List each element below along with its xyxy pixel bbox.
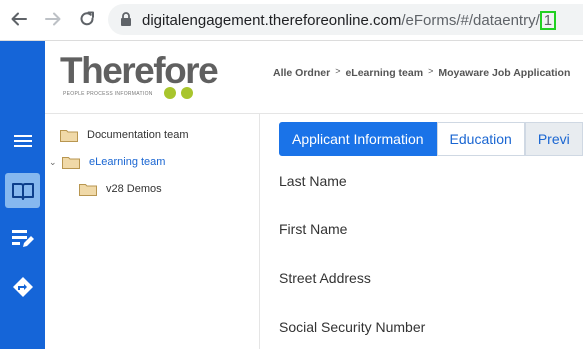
breadcrumb: Alle Ordner > eLearning team > Moyaware Job … xyxy=(273,66,570,79)
breadcrumb-item-all-folders[interactable]: Alle Ordner xyxy=(273,67,330,79)
logo-dot xyxy=(181,87,193,99)
chevron-down-icon[interactable]: ⌄ xyxy=(49,157,57,168)
book-icon xyxy=(11,182,34,200)
edit-icon xyxy=(11,229,34,247)
folder-icon xyxy=(62,156,80,169)
form-tabs: Applicant Information Education Previ xyxy=(279,122,583,156)
folder-icon xyxy=(60,129,78,142)
field-label-first-name: First Name xyxy=(279,221,348,237)
tab-applicant-information[interactable]: Applicant Information xyxy=(279,122,437,156)
url-text: digitalengagement.thereforeonline.com/eF… xyxy=(142,11,557,30)
breadcrumb-item-elearning-team[interactable]: eLearning team xyxy=(345,67,423,79)
tree-item-label: eLearning team xyxy=(89,156,166,168)
sidebar-item-forms[interactable] xyxy=(5,221,40,256)
tree-item-documentation-team[interactable]: Documentation team xyxy=(60,125,189,145)
field-label-social-security-number: Social Security Number xyxy=(279,319,426,335)
therefore-logo: Therefore PEOPLE PROCESS INFORMATION xyxy=(60,51,230,103)
reload-icon xyxy=(80,11,94,26)
reload-button[interactable] xyxy=(76,8,98,30)
breadcrumb-item-job-application[interactable]: Moyaware Job Application xyxy=(438,67,570,79)
browser-toolbar: digitalengagement.thereforeonline.com/eF… xyxy=(0,0,583,41)
sidebar-item-documents[interactable] xyxy=(5,173,40,208)
logo-tagline: PEOPLE PROCESS INFORMATION xyxy=(63,91,153,97)
forward-button[interactable] xyxy=(42,8,64,30)
logo-wordmark: Therefore xyxy=(60,50,219,91)
field-label-last-name: Last Name xyxy=(279,173,347,189)
logo-dot xyxy=(164,87,176,99)
tree-item-v28-demos[interactable]: v28 Demos xyxy=(79,179,162,199)
lock-icon xyxy=(121,12,131,26)
app-sidebar xyxy=(0,41,45,349)
tab-previous[interactable]: Previ xyxy=(524,122,583,156)
tree-item-elearning-team[interactable]: eLearning team xyxy=(62,152,165,172)
url-path: /eForms/#/dataentry/ xyxy=(401,12,540,29)
folder-icon xyxy=(79,183,97,196)
tree-item-label: v28 Demos xyxy=(106,183,162,195)
sidebar-menu-button[interactable] xyxy=(5,123,40,158)
breadcrumb-separator: > xyxy=(428,66,434,76)
folder-tree: Documentation team ⌄ eLearning team v28 … xyxy=(45,114,260,349)
url-highlighted-segment: 1 xyxy=(539,11,557,30)
breadcrumb-separator: > xyxy=(335,66,341,76)
menu-icon xyxy=(13,134,32,147)
tree-item-label: Documentation team xyxy=(87,129,189,141)
field-label-street-address: Street Address xyxy=(279,270,371,286)
tab-education[interactable]: Education xyxy=(436,122,525,156)
sidebar-item-workflow[interactable] xyxy=(5,269,40,304)
back-button[interactable] xyxy=(8,8,30,30)
back-arrow-icon xyxy=(11,12,27,26)
app-header: Therefore PEOPLE PROCESS INFORMATION All… xyxy=(45,41,583,114)
address-bar[interactable]: digitalengagement.thereforeonline.com/eF… xyxy=(108,4,583,35)
route-icon xyxy=(12,276,33,297)
url-host: digitalengagement.thereforeonline.com xyxy=(142,12,402,29)
forward-arrow-icon xyxy=(45,12,61,26)
